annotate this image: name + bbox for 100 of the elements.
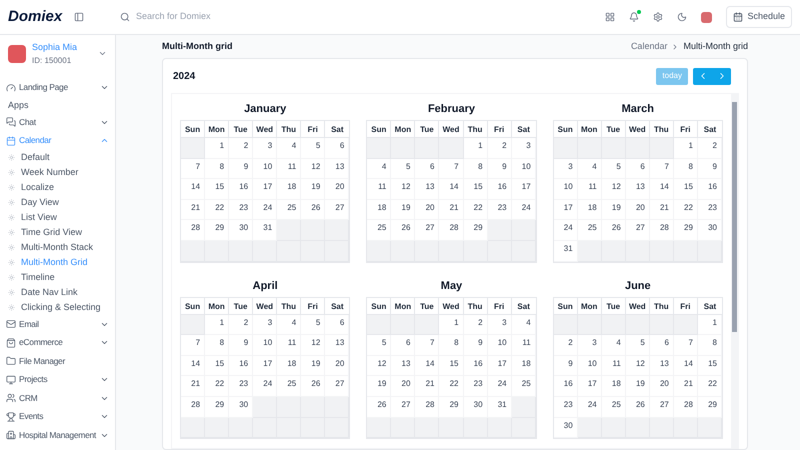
day-cell[interactable]: 9 [554,356,578,376]
day-cell[interactable]: 24 [578,396,602,418]
schedule-button[interactable]: Schedule [726,6,792,28]
day-cell[interactable]: 4 [602,335,626,356]
day-cell[interactable]: 14 [650,179,674,200]
day-cell[interactable]: 18 [512,356,536,376]
day-cell[interactable]: 23 [554,396,578,418]
day-cell[interactable]: 28 [181,220,206,241]
day-cell[interactable]: 29 [439,396,464,418]
day-cell[interactable]: 22 [698,376,722,397]
day-cell[interactable]: 2 [698,138,722,159]
day-cell[interactable]: 30 [464,396,488,418]
day-cell[interactable]: 23 [229,200,254,220]
day-cell[interactable]: 19 [626,376,650,397]
day-cell[interactable]: 26 [367,396,392,418]
day-cell[interactable]: 12 [391,179,416,200]
day-cell[interactable]: 24 [253,376,278,397]
day-cell[interactable]: 7 [674,335,698,356]
day-cell[interactable]: 2 [229,314,254,336]
day-cell[interactable]: 11 [602,356,626,376]
day-cell[interactable]: 6 [626,158,650,180]
sub-nav-item[interactable]: Default [0,150,115,165]
day-cell[interactable]: 14 [181,356,206,376]
day-cell[interactable]: 18 [277,179,302,200]
flag-icon[interactable] [701,12,712,22]
day-cell[interactable]: 16 [229,356,254,376]
day-cell[interactable]: 29 [464,220,488,241]
sub-nav-item[interactable]: Date Nav Link [0,285,115,300]
day-cell[interactable]: 27 [391,396,416,418]
day-cell[interactable]: 10 [512,158,536,180]
day-cell[interactable]: 17 [512,179,536,200]
day-cell[interactable]: 23 [464,376,488,397]
day-cell[interactable]: 16 [464,356,488,376]
day-cell[interactable]: 26 [301,200,326,220]
day-cell[interactable]: 16 [698,179,722,200]
nav-item[interactable]: Events [0,408,115,426]
day-cell[interactable]: 30 [554,418,578,438]
day-cell[interactable]: 20 [415,200,440,220]
day-cell[interactable]: 1 [698,314,722,336]
day-cell[interactable]: 25 [277,376,302,397]
day-cell[interactable]: 3 [512,138,536,159]
sub-nav-item[interactable]: Clicking & Selecting [0,300,115,315]
day-cell[interactable]: 12 [602,179,626,200]
sub-nav-item[interactable]: Multi-Month Stack [0,240,115,255]
day-cell[interactable]: 6 [325,314,350,336]
day-cell[interactable]: 10 [253,158,278,180]
day-cell[interactable]: 6 [325,138,350,159]
day-cell[interactable]: 11 [277,158,302,180]
day-cell[interactable]: 8 [205,158,230,180]
day-cell[interactable]: 18 [602,376,626,397]
day-cell[interactable]: 22 [205,200,230,220]
day-cell[interactable]: 14 [439,179,464,200]
day-cell[interactable]: 18 [277,356,302,376]
day-cell[interactable]: 30 [698,220,722,241]
day-cell[interactable]: 19 [367,376,392,397]
day-cell[interactable]: 14 [415,356,440,376]
day-cell[interactable]: 11 [512,335,536,356]
day-cell[interactable]: 23 [698,200,722,220]
day-cell[interactable]: 2 [464,314,488,336]
day-cell[interactable]: 20 [325,179,350,200]
nav-item[interactable]: Hospital Management [0,426,115,444]
day-cell[interactable]: 11 [277,335,302,356]
day-cell[interactable]: 4 [578,158,602,180]
day-cell[interactable]: 22 [439,376,464,397]
day-cell[interactable]: 12 [301,158,326,180]
day-cell[interactable]: 6 [391,335,416,356]
day-cell[interactable]: 13 [325,335,350,356]
day-cell[interactable]: 21 [181,200,206,220]
day-cell[interactable]: 4 [367,158,392,180]
day-cell[interactable]: 4 [512,314,536,336]
day-cell[interactable]: 22 [674,200,698,220]
day-cell[interactable]: 1 [464,138,488,159]
day-cell[interactable]: 16 [229,179,254,200]
day-cell[interactable]: 17 [578,376,602,397]
day-cell[interactable]: 24 [554,220,578,241]
nav-item[interactable]: File Manager [0,352,115,370]
day-cell[interactable]: 28 [439,220,464,241]
day-cell[interactable]: 19 [301,356,326,376]
day-cell[interactable]: 25 [512,376,536,397]
sub-nav-item[interactable]: List View [0,210,115,225]
sub-nav-item[interactable]: Day View [0,195,115,210]
day-cell[interactable]: 2 [488,138,512,159]
day-cell[interactable]: 6 [650,335,674,356]
day-cell[interactable]: 23 [488,200,512,220]
nav-item[interactable]: Landing Page [0,78,115,97]
day-cell[interactable]: 3 [253,138,278,159]
day-cell[interactable]: 15 [205,179,230,200]
day-cell[interactable]: 17 [253,356,278,376]
day-cell[interactable]: 1 [674,138,698,159]
day-cell[interactable]: 25 [277,200,302,220]
day-cell[interactable]: 17 [554,200,578,220]
nav-item[interactable]: Email [0,315,115,334]
day-cell[interactable]: 30 [229,220,254,241]
day-cell[interactable]: 19 [391,200,416,220]
day-cell[interactable]: 26 [626,396,650,418]
logo[interactable]: Domiex [8,6,62,28]
day-cell[interactable]: 21 [674,376,698,397]
day-cell[interactable]: 26 [602,220,626,241]
day-cell[interactable]: 7 [415,335,440,356]
day-cell[interactable]: 29 [698,396,722,418]
